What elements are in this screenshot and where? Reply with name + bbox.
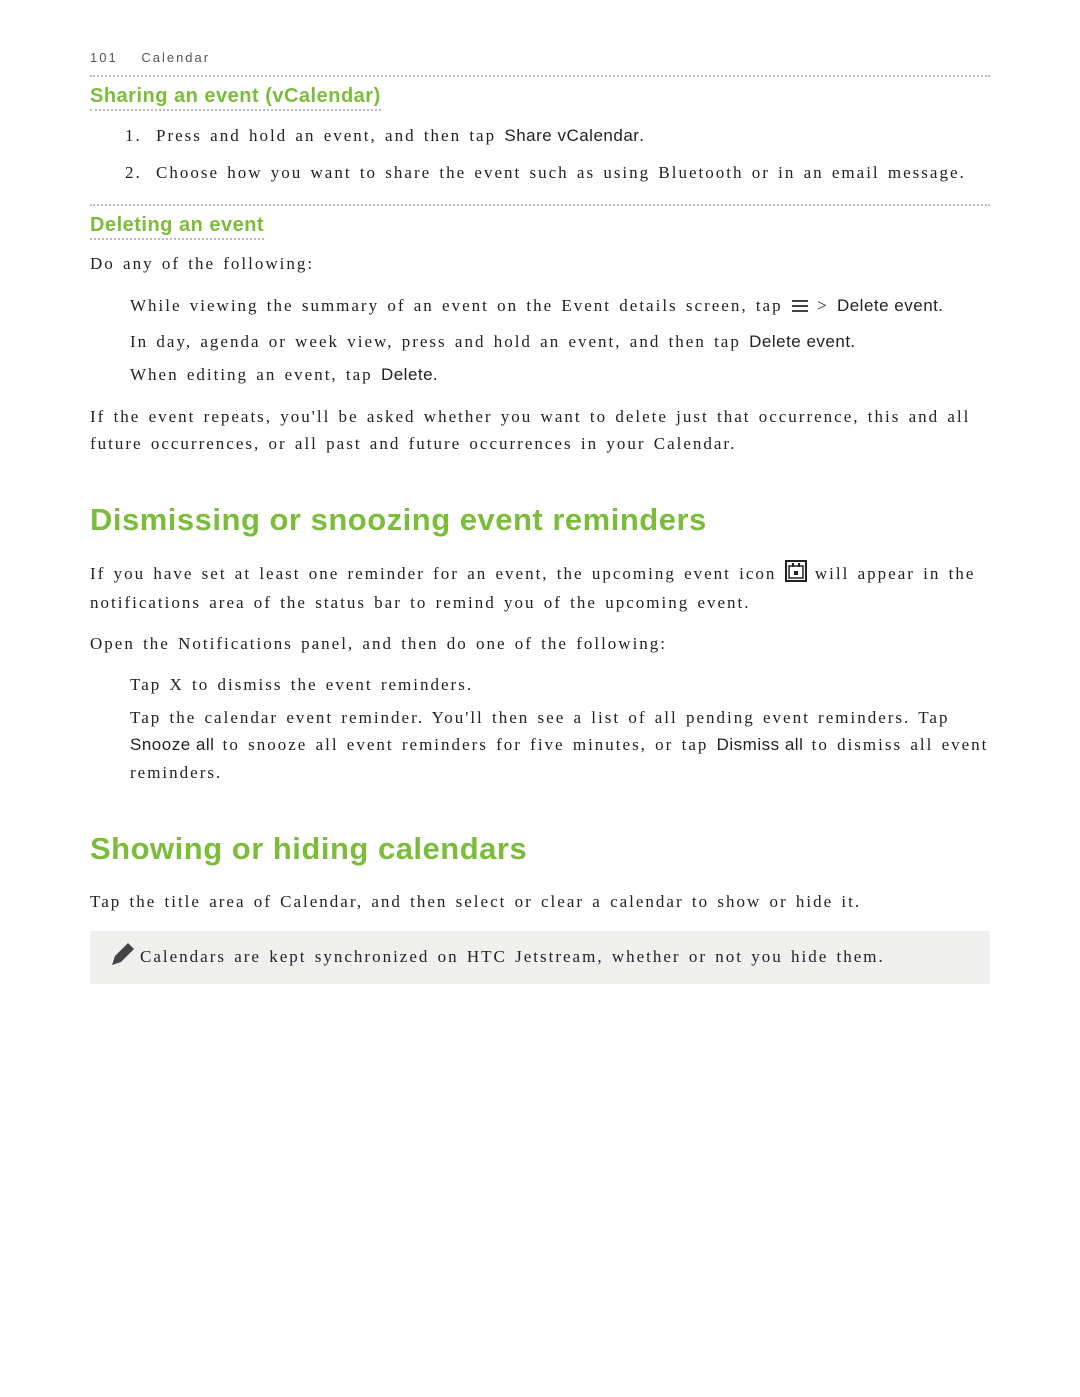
manual-page: 101 Calendar Sharing an event (vCalendar… <box>0 0 1080 1397</box>
list-item: When editing an event, tap Delete. <box>130 361 990 388</box>
dismissing-para-2: Open the Notifications panel, and then d… <box>90 631 990 657</box>
list-item: While viewing the summary of an event on… <box>130 292 990 322</box>
section-title: Calendar <box>141 50 210 65</box>
subheading-deleting: Deleting an event <box>90 204 990 237</box>
heading-dismissing: Dismissing or snoozing event reminders <box>90 502 990 538</box>
upcoming-event-icon <box>785 560 807 590</box>
menu-icon <box>791 295 809 322</box>
note-box: Calendars are kept synchronized on HTC J… <box>90 931 990 984</box>
step-item: Choose how you want to share the event s… <box>150 159 990 186</box>
sharing-steps: Press and hold an event, and then tap Sh… <box>90 122 990 186</box>
deleting-list: While viewing the summary of an event on… <box>90 292 990 389</box>
heading-showing: Showing or hiding calendars <box>90 831 990 867</box>
deleting-footer: If the event repeats, you'll be asked wh… <box>90 404 990 457</box>
dismissing-para-1: If you have set at least one reminder fo… <box>90 560 990 617</box>
page-header: 101 Calendar <box>90 50 990 65</box>
showing-para: Tap the title area of Calendar, and then… <box>90 889 990 915</box>
dismissing-list: Tap X to dismiss the event reminders. Ta… <box>90 671 990 786</box>
pen-icon <box>104 941 140 974</box>
page-number: 101 <box>90 50 118 65</box>
deleting-intro: Do any of the following: <box>90 251 990 277</box>
list-item: In day, agenda or week view, press and h… <box>130 328 990 355</box>
step-item: Press and hold an event, and then tap Sh… <box>150 122 990 149</box>
list-item: Tap X to dismiss the event reminders. <box>130 671 990 698</box>
subheading-sharing: Sharing an event (vCalendar) <box>90 75 990 108</box>
list-item: Tap the calendar event reminder. You'll … <box>130 704 990 786</box>
note-text: Calendars are kept synchronized on HTC J… <box>140 944 885 970</box>
